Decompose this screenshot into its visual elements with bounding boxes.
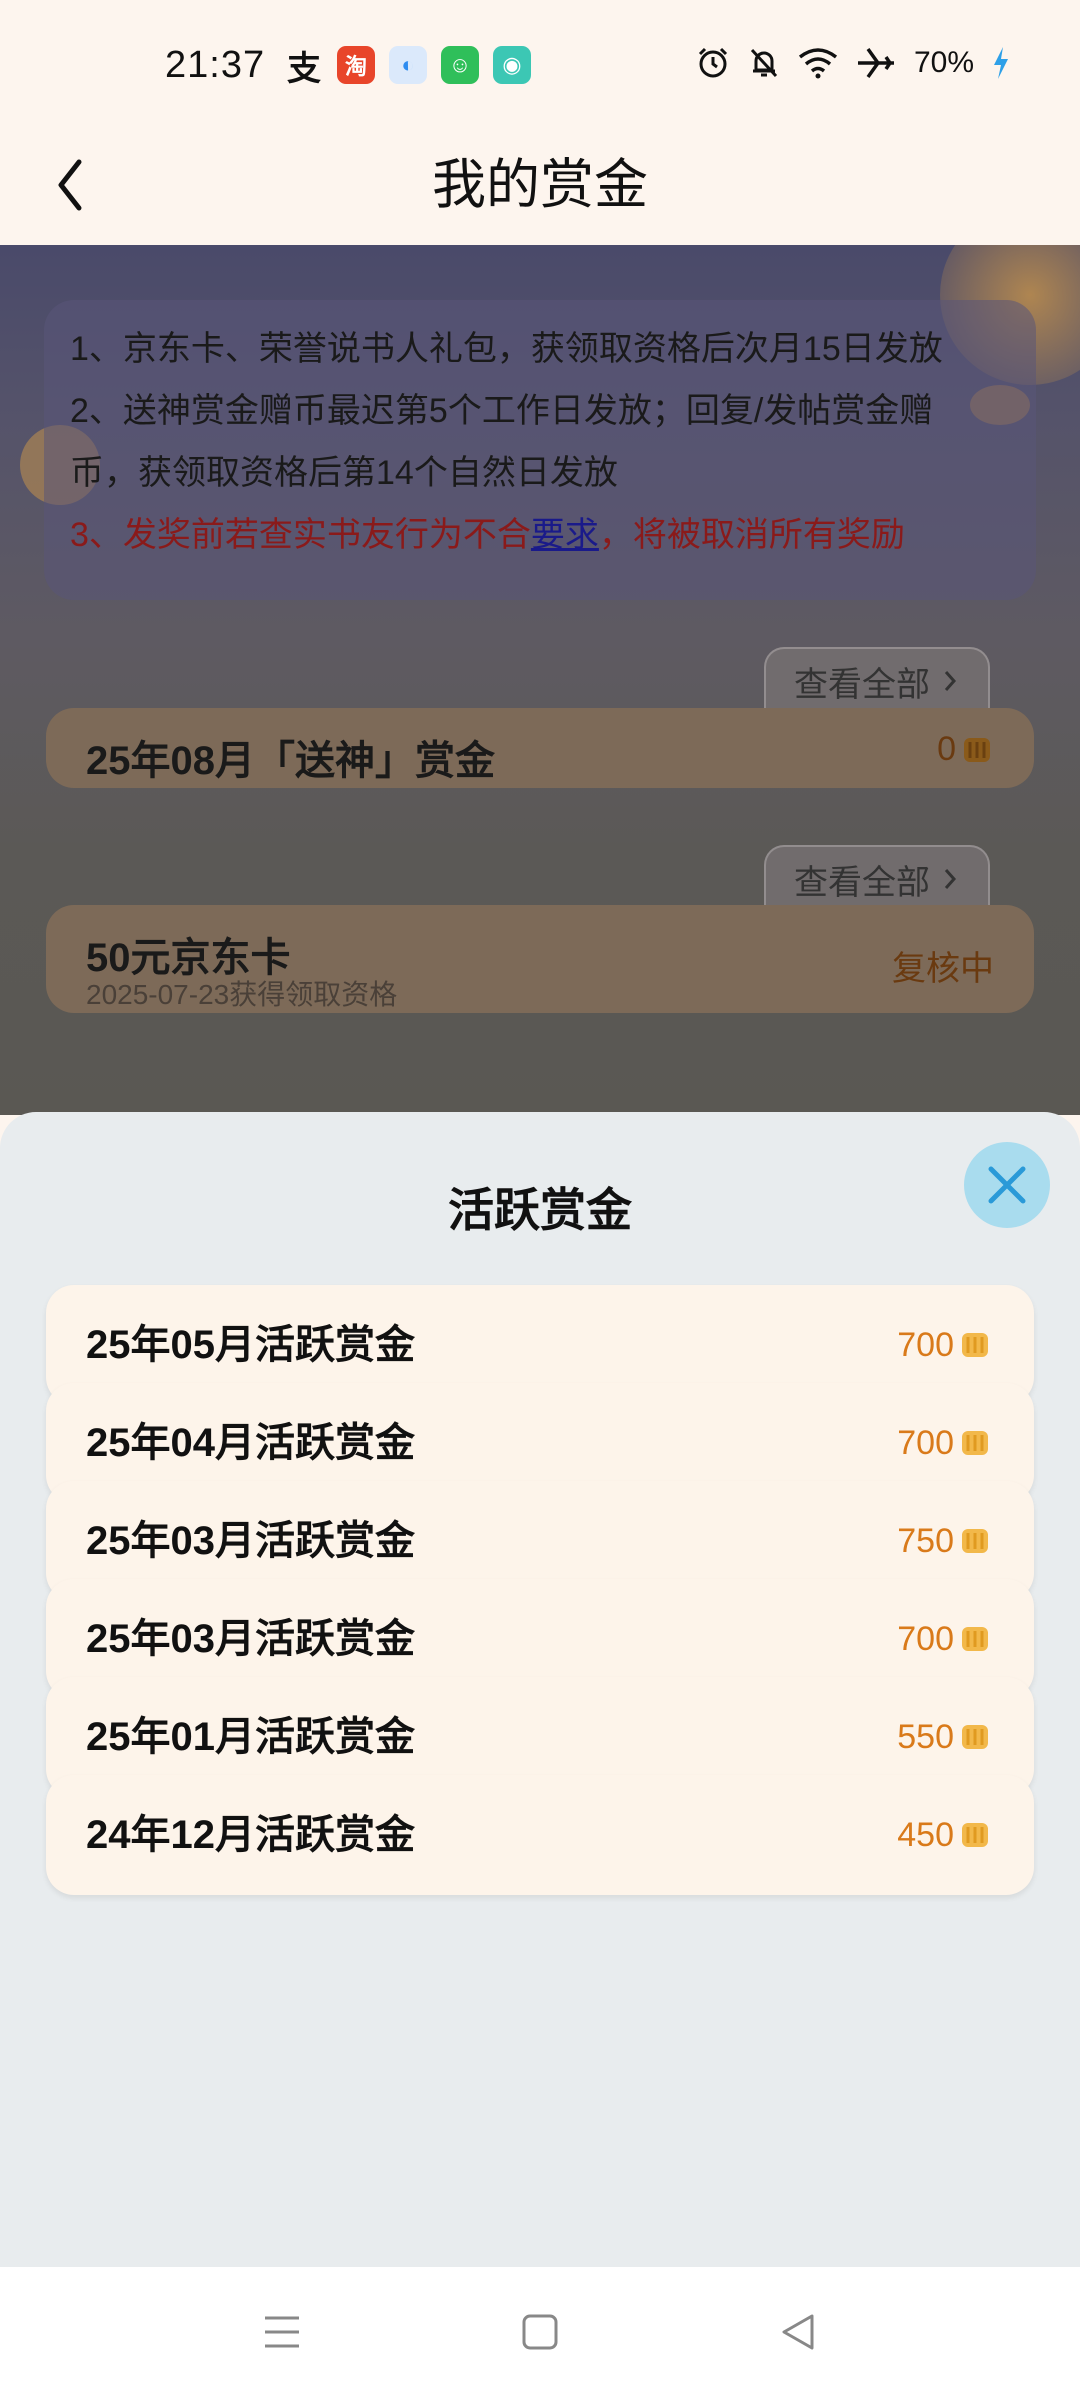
chevron-right-icon <box>944 671 957 691</box>
top-app-bar: 我的赏金 <box>0 130 1080 245</box>
rule-line-3-text: 3、发奖前若查实书友行为不合 <box>70 516 531 554</box>
airplane-icon <box>856 46 896 80</box>
page-title: 我的赏金 <box>432 155 648 215</box>
status-bar: 21:37 支 淘 ◐ ☺ ◉ 70% <box>0 0 1080 130</box>
status-time: 21:37 <box>165 44 266 86</box>
back-triangle-icon <box>782 2314 814 2350</box>
rule-line-2: 2、送神赏金赠币最迟第5个工作日发放；回复/发帖赏金赠 <box>70 392 934 430</box>
alipay-icon: 支 <box>287 49 321 88</box>
jd-card-reward[interactable]: 50元京东卡 2025-07-23获得领取资格 复核中 <box>46 905 1034 1013</box>
alarm-icon <box>696 46 730 80</box>
coin-icon <box>962 1529 988 1553</box>
charging-icon <box>992 46 1010 80</box>
rules-notice: 1、京东卡、荣誉说书人礼包，获领取资格后次月15日发放 2、送神赏金赠币最迟第5… <box>44 300 1036 600</box>
coin-icon <box>962 1725 988 1749</box>
taobao-icon: 淘 <box>337 46 375 84</box>
notification-icons: 支 淘 ◐ ☺ ◉ <box>285 46 531 88</box>
view-all-button-jdcard[interactable]: 查看全部 <box>764 845 990 911</box>
bag-app-icon: ☺ <box>441 46 479 84</box>
bounty-amount-value: 700 <box>897 1325 954 1364</box>
farewell-bounty-title: 25年08月「送神」赏金 <box>86 739 495 783</box>
farewell-bounty-card[interactable]: 25年08月「送神」赏金 0 <box>46 708 1034 788</box>
rule-line-3: 3、发奖前若查实书友行为不合要求，将被取消所有奖励 <box>70 504 1010 566</box>
rule-line-3-tail: ，将被取消所有奖励 <box>598 516 905 554</box>
bounty-content-dimmed: 1、京东卡、荣誉说书人礼包，获领取资格后次月15日发放 2、送神赏金赠币最迟第5… <box>0 245 1080 1115</box>
chevron-right-icon <box>944 869 957 889</box>
chat-app-icon: ◉ <box>493 46 531 84</box>
bounty-amount-value: 700 <box>897 1619 954 1658</box>
rule-line-1: 1、京东卡、荣誉说书人礼包，获领取资格后次月15日发放 <box>70 330 943 368</box>
sheet-title: 活跃赏金 <box>448 1184 632 1236</box>
home-nav-button[interactable] <box>505 2297 575 2367</box>
view-all-button-farewell[interactable]: 查看全部 <box>764 647 990 713</box>
menu-icon <box>265 2316 299 2348</box>
bounty-amount-value: 550 <box>897 1717 954 1756</box>
farewell-bounty-amount: 0 <box>937 730 956 768</box>
view-all-label: 查看全部 <box>794 665 930 704</box>
bounty-amount-value: 700 <box>897 1423 954 1462</box>
system-status: 70% <box>696 46 1010 80</box>
jd-card-date: 2025-07-23获得领取资格 <box>86 979 398 1010</box>
bounty-amount-value: 450 <box>897 1815 954 1854</box>
coin-icon <box>962 1823 988 1847</box>
coin-icon <box>962 1627 988 1651</box>
browser-icon: ◐ <box>389 46 427 84</box>
active-bounty-sheet: 活跃赏金 25年05月活跃赏金 700 25年04月活跃赏金 700 25年03月活跃赏… <box>0 1112 1080 2267</box>
wifi-icon <box>798 47 838 79</box>
bounty-row-label: 24年12月活跃赏金 <box>86 1813 415 1857</box>
close-button[interactable] <box>964 1142 1050 1228</box>
farewell-bounty-value: 0 <box>937 730 994 769</box>
battery-level: 70% <box>913 46 974 79</box>
coin-icon <box>964 737 990 762</box>
close-icon <box>988 1166 1026 1204</box>
rule-line-2-cont: 币，获领取资格后第14个自然日发放 <box>70 454 618 492</box>
bounty-amount-value: 750 <box>897 1521 954 1560</box>
jd-card-status: 复核中 <box>892 950 994 988</box>
coin-icon <box>962 1333 988 1357</box>
back-nav-button[interactable] <box>763 2297 833 2367</box>
system-nav-bar <box>0 2267 1080 2400</box>
view-all-label: 查看全部 <box>794 863 930 902</box>
requirements-link[interactable]: 要求 <box>531 516 599 554</box>
bounty-row-amount: 450 <box>897 1775 992 1895</box>
bounty-row[interactable]: 24年12月活跃赏金 450 <box>46 1775 1034 1895</box>
menu-nav-button[interactable] <box>247 2297 317 2367</box>
mute-icon <box>748 46 780 80</box>
coin-icon <box>962 1431 988 1455</box>
home-square-icon <box>522 2314 558 2350</box>
